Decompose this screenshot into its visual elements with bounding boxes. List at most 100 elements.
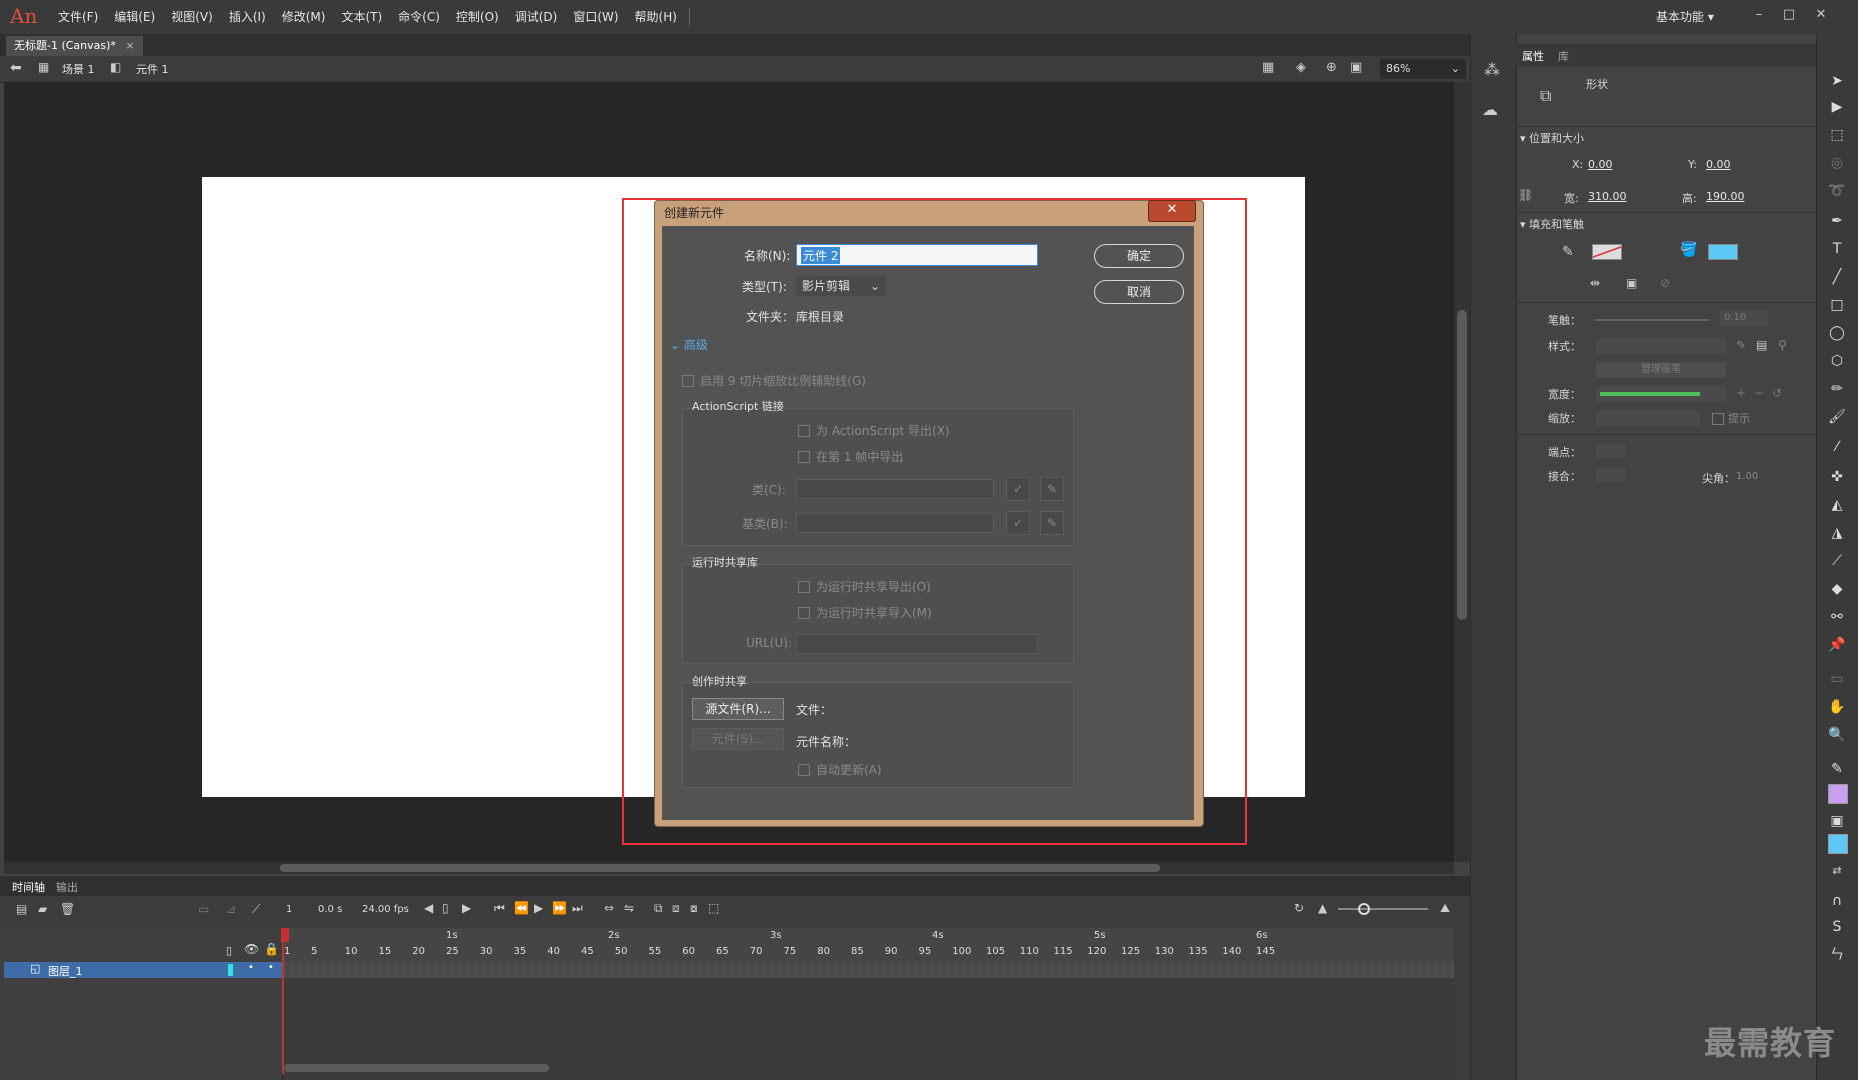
rsl-export-checkbox[interactable]	[798, 581, 810, 593]
y-value[interactable]: 0.00	[1706, 158, 1731, 171]
onion-skin-icon[interactable]: ⧉	[654, 901, 663, 916]
back-arrow-icon[interactable]: ⬅	[10, 60, 22, 76]
rectangle-tool-icon[interactable]: □	[1826, 294, 1848, 316]
tab-output[interactable]: 输出	[56, 879, 78, 895]
visibility-dot-icon[interactable]: •	[248, 962, 254, 973]
source-file-button[interactable]: 源文件(R)...	[692, 698, 784, 720]
loop-icon[interactable]: ⇔	[604, 901, 614, 915]
horizontal-scroll-thumb[interactable]	[280, 864, 1160, 872]
onion-markers-icon[interactable]: ⬚	[708, 901, 719, 915]
brush-icon[interactable]: ⚲	[1778, 338, 1787, 352]
style-select[interactable]	[1596, 338, 1726, 354]
text-tool-icon[interactable]: T	[1826, 238, 1848, 260]
layer-name[interactable]: 图层_1	[48, 963, 83, 979]
menu-view[interactable]: 视图(V)	[163, 0, 221, 34]
url-input[interactable]	[796, 634, 1038, 654]
snap-magnet-icon[interactable]: ∩	[1826, 890, 1848, 912]
lock-icon[interactable]: 🔒	[264, 942, 279, 956]
playhead-handle[interactable]	[281, 928, 289, 942]
h-value[interactable]: 190.00	[1706, 190, 1745, 203]
zoom-frames-icon[interactable]: ▲	[1318, 901, 1327, 915]
x-value[interactable]: 0.00	[1588, 158, 1613, 171]
edit-scene-icon[interactable]: ▦	[1262, 60, 1274, 75]
baseclass-validate-icon[interactable]: ✓	[1006, 511, 1030, 535]
pin-tool-icon[interactable]: 📌	[1826, 634, 1848, 656]
cap-select[interactable]	[1596, 444, 1626, 458]
advanced-toggle[interactable]: ⌄ 高级	[670, 336, 708, 353]
menu-commands[interactable]: 命令(C)	[390, 0, 448, 34]
oval-tool-icon[interactable]: ◯	[1826, 322, 1848, 344]
menu-help[interactable]: 帮助(H)	[627, 0, 685, 34]
line-tool-icon[interactable]: ╱	[1826, 266, 1848, 288]
lock-dot-icon[interactable]: •	[268, 962, 274, 973]
pencil-tool-icon[interactable]: ✏	[1826, 378, 1848, 400]
layer-row[interactable]	[4, 962, 282, 978]
hand-tool-icon[interactable]: ✋	[1826, 696, 1848, 718]
clip-icon[interactable]: ▣	[1350, 60, 1362, 75]
graph-icon[interactable]: ⟋	[252, 902, 260, 917]
scale-select[interactable]	[1596, 410, 1700, 426]
center-stage-icon[interactable]: ⊕	[1326, 60, 1337, 75]
polystar-tool-icon[interactable]: ⬡	[1826, 350, 1848, 372]
fill-color-swatch[interactable]	[1708, 244, 1738, 260]
document-tab[interactable]: 无标题-1 (Canvas)* ×	[6, 36, 143, 56]
fill-color-tool-icon[interactable]: ▣	[1826, 810, 1848, 832]
pos-size-section[interactable]: ▾ 位置和大小	[1520, 130, 1584, 146]
tab-close-icon[interactable]: ×	[125, 39, 134, 52]
layer-color-icon[interactable]	[228, 964, 233, 976]
new-folder-icon[interactable]: ▰	[38, 902, 47, 916]
cc-libraries-icon[interactable]: ☁	[1482, 100, 1498, 119]
new-layer-icon[interactable]: ▤	[16, 902, 27, 916]
lasso-tool-icon[interactable]: ➰	[1826, 180, 1848, 202]
stroke-input[interactable]: 0.10	[1720, 310, 1768, 326]
step-back-icon[interactable]: ⏪	[514, 901, 529, 915]
frame-zoom-handle[interactable]	[1358, 903, 1370, 915]
eye-icon[interactable]: 👁	[244, 942, 259, 956]
stroke-color-tool-icon[interactable]: ✎	[1826, 758, 1848, 780]
next-keyframe-icon[interactable]: ▶	[462, 901, 471, 915]
brush-tool-icon[interactable]: ⁄	[1826, 436, 1848, 458]
fill-stroke-section[interactable]: ▾ 填充和笔触	[1520, 216, 1584, 232]
camera-tool-icon[interactable]: ▭	[1826, 668, 1848, 690]
selection-tool-icon[interactable]: ➤	[1826, 70, 1848, 92]
first-frame-icon[interactable]: ⏮	[494, 901, 505, 916]
baseclass-edit-icon[interactable]: ✎	[1040, 511, 1064, 535]
symbol-button[interactable]: 元件(S)...	[692, 728, 784, 750]
refresh-icon[interactable]: ↻	[1294, 901, 1304, 915]
brush-library-icon[interactable]: ▤	[1756, 338, 1767, 352]
maximize-icon[interactable]: □	[1776, 4, 1802, 26]
width-tool-icon[interactable]: ⚯	[1826, 606, 1848, 628]
frame-rate[interactable]: 24.00 fps	[362, 904, 409, 915]
close-icon[interactable]: ✕	[1808, 4, 1834, 26]
paint-brush-tool-icon[interactable]: 🖌	[1826, 406, 1848, 428]
eyedropper-tool-icon[interactable]: ⟋	[1826, 550, 1848, 572]
swap-tool-colors-icon[interactable]: ⇄	[1826, 860, 1848, 882]
ok-button[interactable]: 确定	[1094, 244, 1184, 268]
no-color-icon[interactable]: ⊘	[1660, 276, 1670, 290]
class-edit-icon[interactable]: ✎	[1040, 477, 1064, 501]
menu-control[interactable]: 控制(O)	[448, 0, 507, 34]
subselection-tool-icon[interactable]: ▶	[1826, 96, 1848, 118]
frame-row[interactable]	[284, 962, 1454, 978]
mountain-icon[interactable]: ⛰	[1440, 901, 1450, 916]
tab-timeline[interactable]: 时间轴	[12, 879, 45, 895]
hint-checkbox[interactable]	[1712, 413, 1724, 425]
prev-keyframe-icon[interactable]: ◀	[424, 901, 433, 915]
zoom-select[interactable]: 86% ⌄	[1380, 59, 1466, 79]
frame-zoom-slider[interactable]	[1338, 908, 1428, 910]
width-profile-select[interactable]	[1596, 386, 1726, 402]
menu-insert[interactable]: 插入(I)	[221, 0, 274, 34]
w-value[interactable]: 310.00	[1588, 190, 1627, 203]
stroke-color-swatch[interactable]	[1592, 244, 1622, 260]
straighten-icon[interactable]: ㄣ	[1826, 944, 1848, 966]
swap-colors-icon[interactable]: ⇹	[1590, 276, 1600, 290]
step-forward-icon[interactable]: ⏩	[552, 901, 567, 915]
breadcrumb-symbol[interactable]: 元件 1	[136, 61, 169, 77]
edit-symbol-icon[interactable]: ◈	[1296, 60, 1306, 75]
onion-skin-outline-icon[interactable]: ⧈	[672, 901, 680, 916]
edit-style-icon[interactable]: ✎	[1736, 338, 1746, 352]
breadcrumb-scene[interactable]: 场景 1	[62, 61, 95, 77]
ink-bottle-tool-icon[interactable]: ◮	[1826, 522, 1848, 544]
fill-color-tool-swatch[interactable]	[1828, 834, 1848, 854]
insert-keyframe-icon[interactable]: ▯	[442, 901, 449, 915]
